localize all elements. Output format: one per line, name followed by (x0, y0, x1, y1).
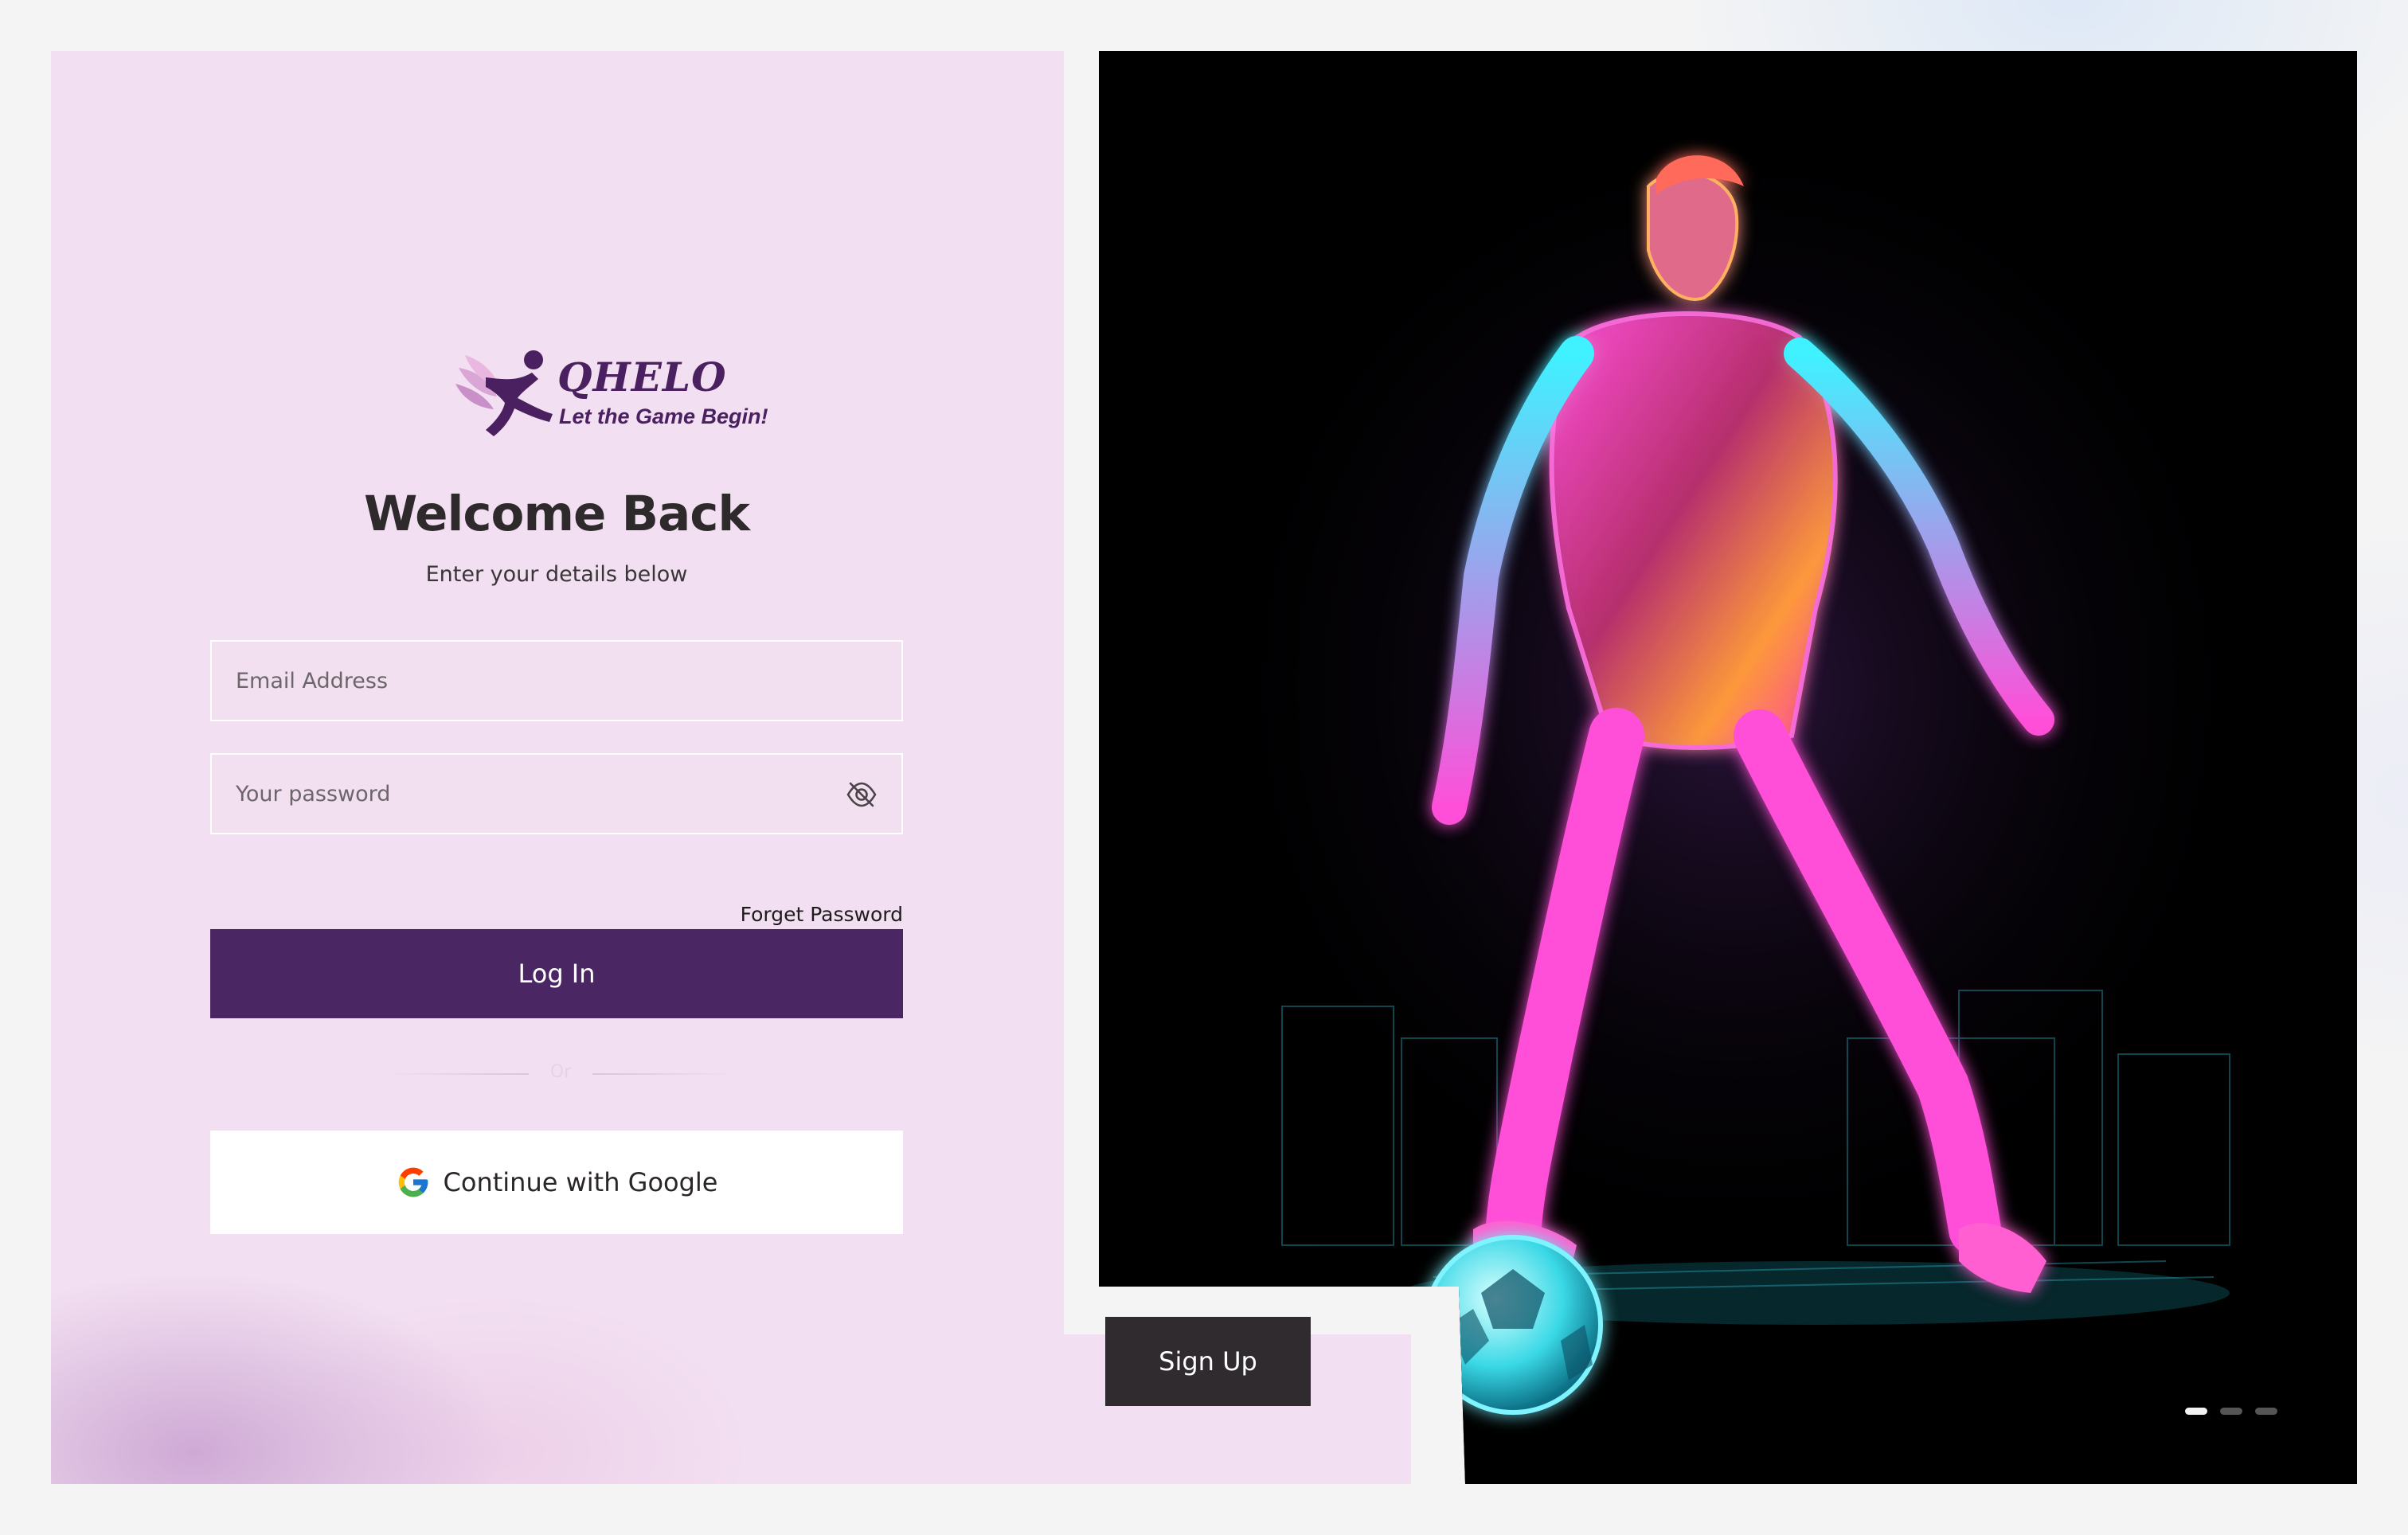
carousel-dot-3[interactable] (2255, 1408, 2277, 1415)
forgot-password-link[interactable]: Forget Password (741, 903, 903, 926)
brand-tagline: Let the Game Begin! (559, 404, 768, 428)
google-button-label: Continue with Google (443, 1167, 718, 1197)
eye-slash-icon[interactable] (846, 780, 878, 809)
hero-image (1099, 51, 2357, 1484)
google-signin-button[interactable]: Continue with Google (210, 1131, 903, 1234)
divider-label: Or (549, 1062, 572, 1082)
page-title: Welcome Back (363, 486, 750, 542)
brand-logo: QHELO Let the Game Begin! (454, 347, 788, 443)
login-button[interactable]: Log In (210, 929, 903, 1018)
email-field[interactable] (212, 642, 901, 720)
page-subtitle: Enter your details below (425, 562, 688, 587)
divider-line-right (592, 1073, 736, 1075)
google-g-icon (398, 1167, 428, 1197)
divider-line-left (385, 1073, 529, 1075)
email-field-box (210, 640, 903, 721)
carousel-dot-2[interactable] (2220, 1408, 2242, 1415)
password-field[interactable] (212, 755, 901, 833)
neon-soccer-player-illustration (1099, 51, 2357, 1484)
password-field-box (210, 753, 903, 834)
carousel-dot-1[interactable] (2185, 1408, 2207, 1415)
brand-name: QHELO (557, 353, 727, 400)
signup-button[interactable]: Sign Up (1105, 1317, 1311, 1406)
running-figure-logo-icon (455, 350, 553, 436)
